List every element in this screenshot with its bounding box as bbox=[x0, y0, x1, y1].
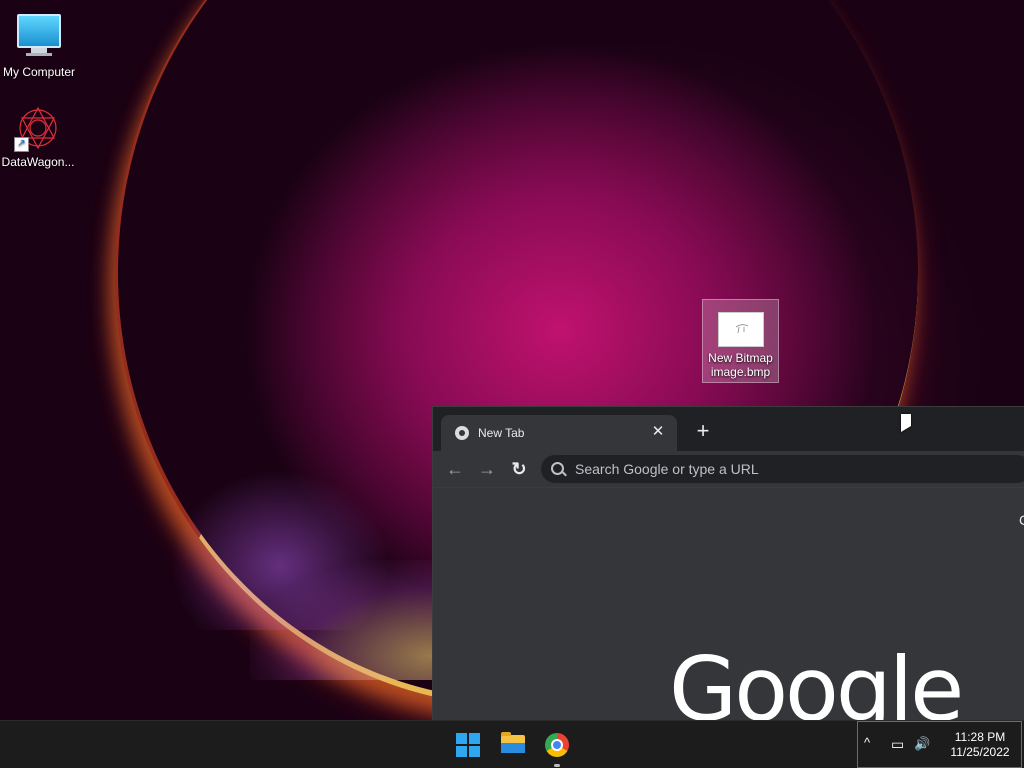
desktop-icon-label: DataWagon... bbox=[1, 155, 75, 169]
browser-toolbar: ← → ↻ Search Google or type a URL bbox=[433, 451, 1024, 488]
start-button[interactable] bbox=[452, 729, 484, 761]
shortcut-arrow-icon: ↗ bbox=[14, 137, 29, 152]
desktop-icon-bitmap-file[interactable]: New Bitmap image.bmp bbox=[702, 299, 779, 383]
datawagon-icon: ↗ bbox=[14, 104, 62, 152]
desktop-icon-my-computer[interactable]: My Computer bbox=[1, 8, 77, 79]
system-tray: ^ ▭ 🔊 11:28 PM 11/25/2022 bbox=[857, 721, 1022, 768]
volume-icon[interactable]: 🔊 bbox=[914, 736, 930, 752]
search-icon bbox=[551, 462, 564, 475]
address-bar-placeholder: Search Google or type a URL bbox=[575, 461, 759, 477]
desktop-icon-datawagon[interactable]: ↗ DataWagon... bbox=[0, 104, 76, 169]
tab-strip[interactable]: New Tab ✕ + bbox=[433, 407, 1024, 451]
chevron-up-icon[interactable]: ^ bbox=[864, 735, 870, 750]
close-tab-icon[interactable]: ✕ bbox=[649, 423, 667, 441]
clock-date: 11/25/2022 bbox=[950, 745, 1010, 759]
tab-title: New Tab bbox=[478, 426, 525, 440]
google-logo: Google bbox=[669, 638, 964, 721]
desktop-icon-label: My Computer bbox=[2, 65, 76, 79]
file-label-line1: New Bitmap bbox=[708, 351, 773, 365]
running-indicator bbox=[554, 764, 560, 767]
monitor-icon bbox=[15, 14, 63, 62]
reload-button[interactable]: ↻ bbox=[507, 457, 531, 481]
tab-new-tab[interactable]: New Tab ✕ bbox=[441, 415, 677, 451]
new-tab-page: C Google bbox=[433, 488, 1024, 721]
bitmap-thumbnail-icon bbox=[717, 312, 764, 347]
forward-button[interactable]: → bbox=[475, 457, 499, 481]
address-bar[interactable]: Search Google or type a URL bbox=[541, 455, 1024, 483]
chrome-window[interactable]: New Tab ✕ + ← → ↻ Search Google or type … bbox=[432, 406, 1024, 721]
chrome-favicon-icon bbox=[455, 426, 469, 440]
taskbar: ^ ▭ 🔊 11:28 PM 11/25/2022 bbox=[0, 720, 1024, 768]
folder-icon bbox=[501, 732, 525, 753]
windows-logo-icon bbox=[456, 733, 467, 744]
back-button[interactable]: ← bbox=[443, 457, 467, 481]
chrome-taskbar-button[interactable] bbox=[541, 729, 573, 767]
clock-time: 11:28 PM bbox=[954, 730, 1006, 744]
clock[interactable]: 11:28 PM 11/25/2022 bbox=[940, 730, 1020, 760]
chrome-icon bbox=[545, 733, 569, 757]
mouse-pointer-icon bbox=[901, 414, 911, 432]
network-icon[interactable]: ▭ bbox=[891, 736, 904, 753]
customize-button-edge[interactable]: C bbox=[1019, 512, 1024, 528]
new-tab-button[interactable]: + bbox=[691, 420, 715, 444]
file-explorer-button[interactable] bbox=[497, 729, 529, 761]
file-label-line2: image.bmp bbox=[710, 365, 771, 379]
